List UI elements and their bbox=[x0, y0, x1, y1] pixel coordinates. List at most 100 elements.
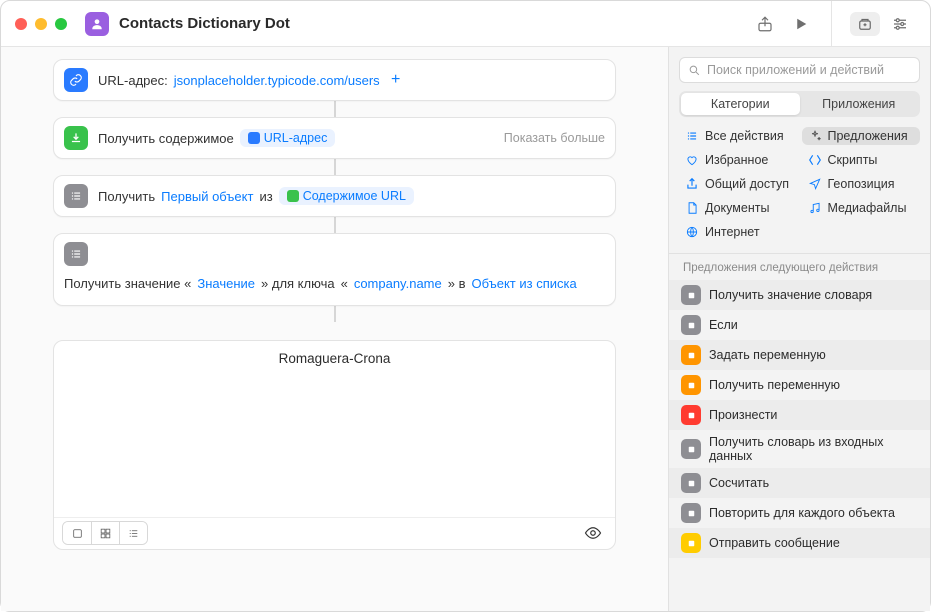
suggestion-label: Получить словарь из входных данных bbox=[709, 435, 918, 463]
suggestion-item[interactable]: Произнести bbox=[669, 400, 930, 430]
suggestion-label: Повторить для каждого объекта bbox=[709, 506, 895, 520]
zoom-window-button[interactable] bbox=[55, 18, 67, 30]
script-icon bbox=[808, 153, 822, 167]
category-item[interactable]: Интернет bbox=[679, 223, 798, 241]
link-icon bbox=[64, 68, 88, 92]
open-quote: « bbox=[341, 272, 348, 297]
category-item[interactable]: Медиафайлы bbox=[802, 199, 921, 217]
in-text: » в bbox=[448, 272, 466, 297]
action-get-item[interactable]: Получить Первый объект из Содержимое URL bbox=[53, 175, 616, 217]
shortcut-icon bbox=[85, 12, 109, 36]
action-label: Получить bbox=[98, 189, 155, 204]
view-grid-button[interactable] bbox=[91, 522, 119, 544]
category-label: Геопозиция bbox=[828, 177, 895, 191]
action-icon bbox=[681, 405, 701, 425]
suggestion-item[interactable]: Повторить для каждого объекта bbox=[669, 498, 930, 528]
output-result: Romaguera-Crona bbox=[54, 341, 615, 517]
quicklook-button[interactable] bbox=[579, 522, 607, 544]
suggestion-item[interactable]: Получить значение словаря bbox=[669, 280, 930, 310]
category-item[interactable]: Избранное bbox=[679, 151, 798, 169]
action-icon bbox=[681, 375, 701, 395]
list-icon bbox=[64, 242, 88, 266]
list-icon bbox=[64, 184, 88, 208]
suggestion-item[interactable]: Сосчитать bbox=[669, 468, 930, 498]
category-item[interactable]: Все действия bbox=[679, 127, 798, 145]
action-label: URL-адрес: bbox=[98, 73, 168, 88]
sparkle-icon bbox=[808, 129, 822, 143]
category-list: Все действия Предложения Избранное СкриптыО… bbox=[669, 127, 930, 251]
minimize-window-button[interactable] bbox=[35, 18, 47, 30]
action-get-dictionary-value[interactable]: Получить значение « Значение » для ключа… bbox=[53, 233, 616, 306]
category-label: Избранное bbox=[705, 153, 768, 167]
suggestion-label: Произнести bbox=[709, 408, 777, 422]
category-item[interactable]: Геопозиция bbox=[802, 175, 921, 193]
tab-categories[interactable]: Категории bbox=[681, 93, 800, 115]
action-icon bbox=[681, 285, 701, 305]
library-button[interactable] bbox=[850, 12, 880, 36]
action-label: Получить значение « bbox=[64, 272, 191, 297]
category-label: Все действия bbox=[705, 129, 784, 143]
suggestion-item[interactable]: Получить переменную bbox=[669, 370, 930, 400]
action-icon bbox=[681, 345, 701, 365]
view-mode-segmented bbox=[62, 521, 148, 545]
url-value[interactable]: jsonplaceholder.typicode.com/users bbox=[174, 73, 380, 88]
sidebar-tabs: Категории Приложения bbox=[679, 91, 920, 117]
category-item[interactable]: Предложения bbox=[802, 127, 921, 145]
target-token[interactable]: Объект из списка bbox=[471, 272, 576, 297]
from-text: из bbox=[259, 189, 272, 204]
globe-icon bbox=[685, 225, 699, 239]
category-item[interactable]: Общий доступ bbox=[679, 175, 798, 193]
search-input[interactable] bbox=[707, 63, 911, 77]
settings-button[interactable] bbox=[884, 10, 916, 38]
download-icon bbox=[64, 126, 88, 150]
suggestion-label: Если bbox=[709, 318, 738, 332]
suggestion-item[interactable]: Получить словарь из входных данных bbox=[669, 430, 930, 468]
add-url-button[interactable]: + bbox=[386, 70, 406, 90]
action-url[interactable]: URL-адрес: jsonplaceholder.typicode.com/… bbox=[53, 59, 616, 101]
suggestion-item[interactable]: Если bbox=[669, 310, 930, 340]
category-item[interactable]: Документы bbox=[679, 199, 798, 217]
category-label: Интернет bbox=[705, 225, 760, 239]
magic-var-contents[interactable]: Содержимое URL bbox=[279, 187, 414, 205]
magic-var-url[interactable]: URL-адрес bbox=[240, 129, 336, 147]
selector-token[interactable]: Первый объект bbox=[161, 189, 253, 204]
run-button[interactable] bbox=[785, 10, 817, 38]
action-get-contents[interactable]: Получить содержимое URL-адрес Показать б… bbox=[53, 117, 616, 159]
suggestion-label: Отправить сообщение bbox=[709, 536, 840, 550]
action-label: Получить содержимое bbox=[98, 131, 234, 146]
suggestions-list: Получить значение словаря Если Задать пере… bbox=[669, 280, 930, 558]
location-icon bbox=[808, 177, 822, 191]
key-token[interactable]: company.name bbox=[354, 272, 442, 297]
action-icon bbox=[681, 533, 701, 553]
workflow-canvas[interactable]: URL-адрес: jsonplaceholder.typicode.com/… bbox=[1, 47, 668, 611]
view-single-button[interactable] bbox=[63, 522, 91, 544]
suggestion-label: Получить значение словаря bbox=[709, 288, 872, 302]
doc-icon bbox=[685, 201, 699, 215]
suggestion-item[interactable]: Задать переменную bbox=[669, 340, 930, 370]
action-icon bbox=[681, 439, 701, 459]
search-field[interactable] bbox=[679, 57, 920, 83]
view-list-button[interactable] bbox=[119, 522, 147, 544]
category-label: Медиафайлы bbox=[828, 201, 907, 215]
share-button[interactable] bbox=[749, 10, 781, 38]
window-controls bbox=[15, 18, 67, 30]
heart-icon bbox=[685, 153, 699, 167]
suggestion-label: Получить переменную bbox=[709, 378, 840, 392]
category-item[interactable]: Скрипты bbox=[802, 151, 921, 169]
suggestion-item[interactable]: Отправить сообщение bbox=[669, 528, 930, 558]
list-icon bbox=[685, 129, 699, 143]
show-more-link[interactable]: Показать больше bbox=[504, 131, 605, 145]
action-icon bbox=[681, 315, 701, 335]
output-panel: Romaguera-Crona bbox=[53, 340, 616, 550]
suggestion-label: Сосчитать bbox=[709, 476, 769, 490]
titlebar: Contacts Dictionary Dot bbox=[1, 1, 930, 47]
category-label: Документы bbox=[705, 201, 769, 215]
media-icon bbox=[808, 201, 822, 215]
action-icon bbox=[681, 503, 701, 523]
suggestions-header: Предложения следующего действия bbox=[669, 254, 930, 280]
value-token[interactable]: Значение bbox=[197, 272, 255, 297]
actions-sidebar: Категории Приложения Все действия Предлож… bbox=[668, 47, 930, 611]
close-window-button[interactable] bbox=[15, 18, 27, 30]
tab-apps[interactable]: Приложения bbox=[800, 93, 919, 115]
share-icon bbox=[685, 177, 699, 191]
